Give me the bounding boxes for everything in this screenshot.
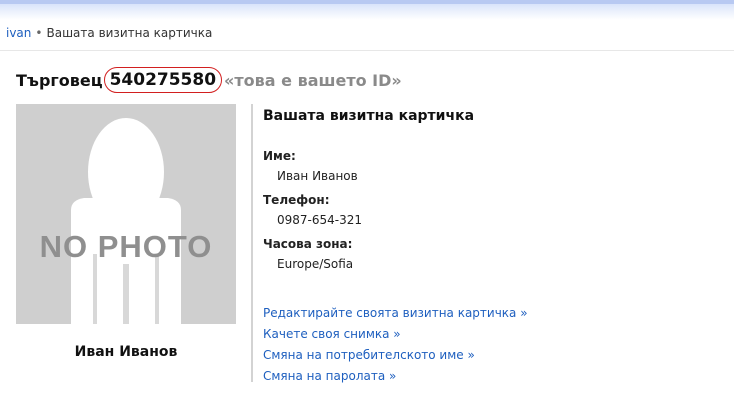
vertical-divider [251,104,253,382]
breadcrumb-user-link[interactable]: ivan [6,26,31,40]
upload-photo-link[interactable]: Качете своя снимка » [263,324,528,345]
profile-photo-placeholder: NO PHOTO [16,104,236,324]
card-title: Вашата визитна картичка [263,108,475,124]
edit-card-link[interactable]: Редактирайте своята визитна картичка » [263,303,528,324]
phone-value: 0987-654-321 [277,213,363,227]
business-card: Вашата визитна картичка Име: Иван Иванов… [263,108,723,281]
header-divider [0,50,734,51]
breadcrumb: ivan • Вашата визитна картичка [6,26,212,40]
merchant-label: Търговец [16,70,103,90]
timezone-value: Europe/Sofia [277,257,354,271]
action-links: Редактирайте своята визитна картичка » К… [263,303,528,387]
top-gradient-bar [0,0,734,20]
merchant-id: 540275580 [103,67,223,93]
change-password-link[interactable]: Смяна на паролата » [263,366,528,387]
name-label: Име: [263,149,296,163]
change-username-link[interactable]: Смяна на потребителското име » [263,345,528,366]
owner-name: Иван Иванов [74,344,178,360]
name-value: Иван Иванов [277,169,358,183]
page-title: Търговец 540275580 «това е вашето ID» [16,67,402,93]
no-photo-text: NO PHOTO [39,229,213,264]
timezone-label: Часова зона: [263,237,353,251]
id-note: «това е вашето ID» [224,70,402,90]
breadcrumb-current: Вашата визитна картичка [46,26,213,40]
phone-label: Телефон: [263,193,330,207]
silhouette-icon [71,118,181,324]
breadcrumb-separator: • [35,26,43,40]
